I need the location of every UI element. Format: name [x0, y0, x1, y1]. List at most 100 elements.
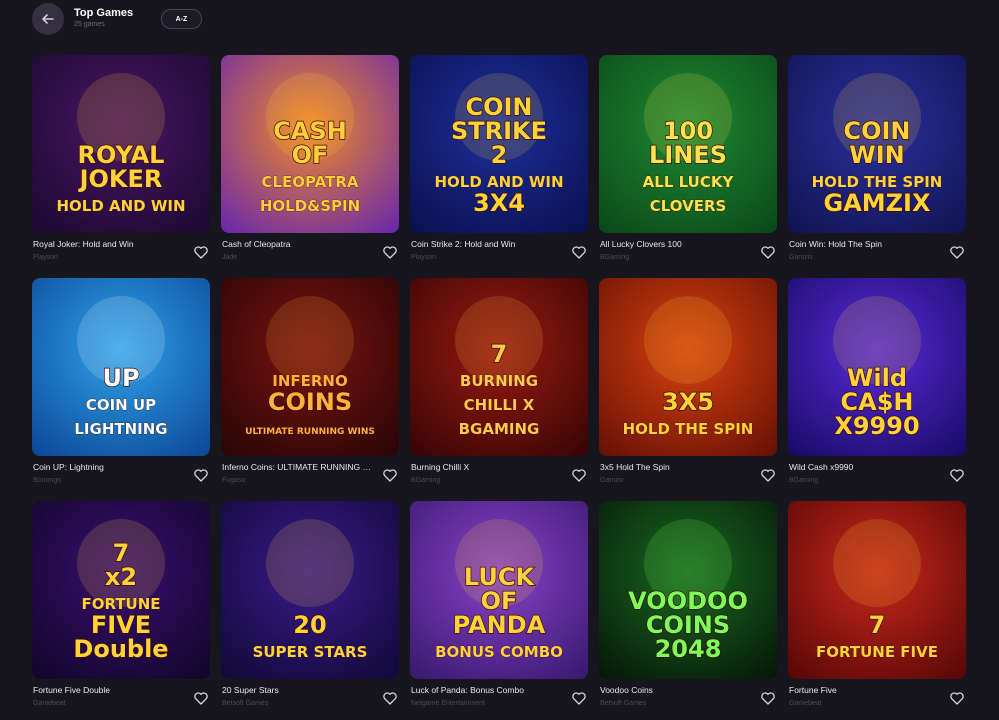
- game-info: 20 Super Stars Betsoft Games: [221, 685, 399, 719]
- game-thumbnail[interactable]: 7 x2 FORTUNE FIVE Double: [32, 501, 210, 679]
- game-name[interactable]: Fortune Five Double: [33, 685, 183, 696]
- favorite-button[interactable]: [760, 244, 776, 260]
- back-button[interactable]: [32, 3, 64, 35]
- game-thumbnail[interactable]: COIN WIN HOLD THE SPIN GAMZIX: [788, 55, 966, 233]
- game-name[interactable]: Burning Chilli X: [411, 462, 561, 473]
- game-thumbnail[interactable]: INFERNO COINS ULTIMATE RUNNING WINS: [221, 278, 399, 456]
- game-name[interactable]: Coin UP: Lightning: [33, 462, 183, 473]
- game-artwork: INFERNOCOINSULTIMATE RUNNING WINS: [221, 278, 399, 456]
- artwork-logo-text: LINES: [649, 141, 727, 169]
- game-provider: Booongo: [33, 477, 62, 484]
- heart-icon: [572, 691, 586, 705]
- favorite-button[interactable]: [382, 244, 398, 260]
- game-thumbnail[interactable]: Wild CA$H X9990: [788, 278, 966, 456]
- game-card[interactable]: UP COIN UP LIGHTNING Coin UP: Lightning Booo…: [32, 278, 210, 484]
- game-card[interactable]: 100 LINES ALL LUCKY CLOVERS All Lucky Clover…: [599, 55, 777, 261]
- game-provider: Gamebeat: [789, 700, 822, 707]
- game-artwork: COINWINHOLD THE SPINGAMZIX: [788, 55, 966, 233]
- favorite-button[interactable]: [193, 467, 209, 483]
- game-artwork: 100LINESALL LUCKYCLOVERS: [599, 55, 777, 233]
- favorite-button[interactable]: [949, 244, 965, 260]
- game-info: Coin Win: Hold The Spin Gamzix: [788, 239, 966, 273]
- artwork-logo-text: WIN: [849, 141, 905, 169]
- game-card[interactable]: LUCK OF PANDA BONUS COMBO Luck of Panda: Bon…: [410, 501, 588, 707]
- artwork-logo-text: SUPER STARS: [253, 643, 368, 661]
- favorite-button[interactable]: [949, 467, 965, 483]
- game-info: Royal Joker: Hold and Win Playson: [32, 239, 210, 273]
- game-card[interactable]: 7 x2 FORTUNE FIVE Double Fortune Five Double G…: [32, 501, 210, 707]
- artwork-logo-text: BONUS COMBO: [435, 643, 563, 661]
- game-thumbnail[interactable]: VOODOO COINS 2048: [599, 501, 777, 679]
- games-count: 25 games: [74, 21, 105, 28]
- game-thumbnail[interactable]: 3X5 HOLD THE SPIN: [599, 278, 777, 456]
- favorite-button[interactable]: [571, 690, 587, 706]
- game-thumbnail[interactable]: ROYAL JOKER HOLD AND WIN: [32, 55, 210, 233]
- game-name[interactable]: Luck of Panda: Bonus Combo: [411, 685, 561, 696]
- game-name[interactable]: Cash of Cleopatra: [222, 239, 372, 250]
- game-info: Burning Chilli X BGaming: [410, 462, 588, 496]
- sort-az-button[interactable]: A-Z: [161, 9, 202, 29]
- favorite-button[interactable]: [382, 467, 398, 483]
- game-info: Luck of Panda: Bonus Combo Netgame Entert…: [410, 685, 588, 719]
- favorite-button[interactable]: [571, 467, 587, 483]
- artwork-logo-text: 20: [293, 611, 326, 639]
- game-card[interactable]: COIN STRIKE 2 HOLD AND WIN 3X4 Coin Strike 2:…: [410, 55, 588, 261]
- favorite-button[interactable]: [760, 690, 776, 706]
- game-thumbnail[interactable]: 7 FORTUNE FIVE: [788, 501, 966, 679]
- artwork-logo-text: 7: [491, 340, 508, 368]
- favorite-button[interactable]: [949, 690, 965, 706]
- game-card[interactable]: 7 FORTUNE FIVE Fortune Five Gamebeat: [788, 501, 966, 707]
- favorite-button[interactable]: [193, 244, 209, 260]
- heart-icon: [383, 691, 397, 705]
- favorite-button[interactable]: [571, 244, 587, 260]
- game-card[interactable]: INFERNO COINS ULTIMATE RUNNING WINS Inferno…: [221, 278, 399, 484]
- favorite-button[interactable]: [193, 690, 209, 706]
- heart-icon: [572, 245, 586, 259]
- game-card[interactable]: CASH OF CLEOPATRA HOLD&SPIN Cash of Cleopatr…: [221, 55, 399, 261]
- game-card[interactable]: 20 SUPER STARS 20 Super Stars Betsoft Games: [221, 501, 399, 707]
- artwork-logo-text: FORTUNE FIVE: [816, 643, 938, 661]
- game-card[interactable]: ROYAL JOKER HOLD AND WIN Royal Joker: Hold …: [32, 55, 210, 261]
- game-thumbnail[interactable]: CASH OF CLEOPATRA HOLD&SPIN: [221, 55, 399, 233]
- game-card[interactable]: 7 BURNING CHILLI X BGAMING Burning Chilli X B…: [410, 278, 588, 484]
- game-info: Cash of Cleopatra Jade: [221, 239, 399, 273]
- artwork-logo-text: PANDA: [453, 611, 546, 639]
- artwork-logo-text: ULTIMATE RUNNING WINS: [245, 427, 375, 437]
- artwork-logo-text: BGAMING: [459, 420, 540, 438]
- game-card[interactable]: 3X5 HOLD THE SPIN 3x5 Hold The Spin Gamzix: [599, 278, 777, 484]
- game-name[interactable]: 20 Super Stars: [222, 685, 372, 696]
- game-name[interactable]: Fortune Five: [789, 685, 939, 696]
- game-name[interactable]: Inferno Coins: ULTIMATE RUNNING WINS: [222, 462, 372, 473]
- game-artwork: CASHOFCLEOPATRAHOLD&SPIN: [221, 55, 399, 233]
- artwork-logo-text: x2: [105, 563, 137, 591]
- artwork-logo-text: Double: [73, 635, 168, 663]
- game-name[interactable]: Coin Strike 2: Hold and Win: [411, 239, 561, 250]
- artwork-logo-text: GAMZIX: [824, 189, 931, 217]
- favorite-button[interactable]: [760, 467, 776, 483]
- game-card[interactable]: VOODOO COINS 2048 Voodoo Coins Betsoft Games: [599, 501, 777, 707]
- favorite-button[interactable]: [382, 690, 398, 706]
- game-provider: Gamzix: [600, 477, 624, 484]
- game-artwork: 7 BURNING CHILLI X BGAMING: [410, 278, 588, 456]
- game-thumbnail[interactable]: 7 BURNING CHILLI X BGAMING: [410, 278, 588, 456]
- game-card[interactable]: COIN WIN HOLD THE SPIN GAMZIX Coin Win: Hold…: [788, 55, 966, 261]
- page-header: Top Games 25 games A-Z: [0, 0, 999, 40]
- game-thumbnail[interactable]: LUCK OF PANDA BONUS COMBO: [410, 501, 588, 679]
- heart-icon: [383, 245, 397, 259]
- game-name[interactable]: 3x5 Hold The Spin: [600, 462, 750, 473]
- game-thumbnail[interactable]: UP COIN UP LIGHTNING: [32, 278, 210, 456]
- heart-icon: [383, 468, 397, 482]
- game-thumbnail[interactable]: 100 LINES ALL LUCKY CLOVERS: [599, 55, 777, 233]
- game-name[interactable]: Voodoo Coins: [600, 685, 750, 696]
- game-thumbnail[interactable]: COIN STRIKE 2 HOLD AND WIN 3X4: [410, 55, 588, 233]
- game-name[interactable]: Coin Win: Hold The Spin: [789, 239, 939, 250]
- game-thumbnail[interactable]: 20 SUPER STARS: [221, 501, 399, 679]
- artwork-logo-text: HOLD AND WIN: [56, 197, 185, 215]
- game-name[interactable]: Wild Cash x9990: [789, 462, 939, 473]
- page-title: Top Games: [74, 7, 134, 19]
- game-name[interactable]: All Lucky Clovers 100: [600, 239, 750, 250]
- game-card[interactable]: Wild CA$H X9990 Wild Cash x9990 BGaming: [788, 278, 966, 484]
- game-name[interactable]: Royal Joker: Hold and Win: [33, 239, 183, 250]
- artwork-logo-text: UP: [102, 364, 139, 392]
- heart-icon: [194, 245, 208, 259]
